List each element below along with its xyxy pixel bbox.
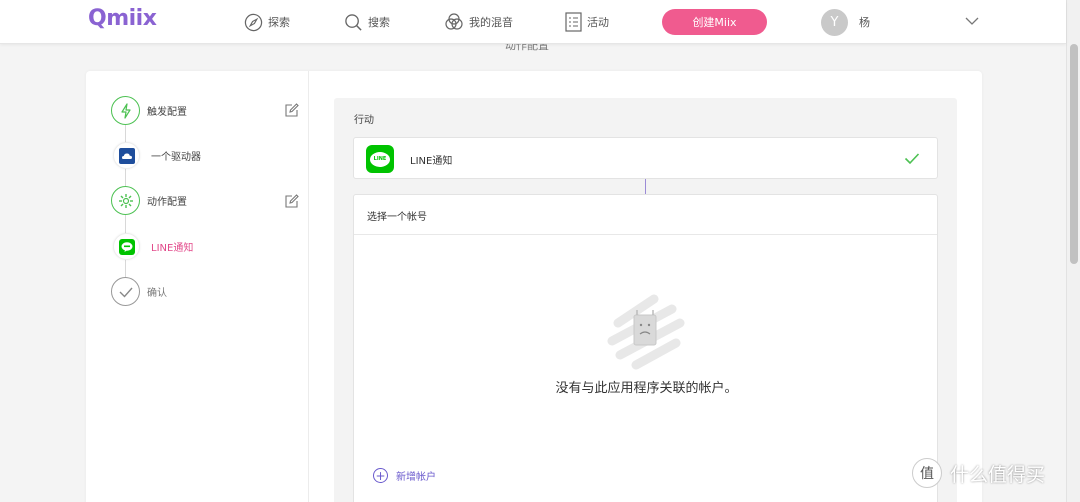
step-onedrive: 一个驱动器 xyxy=(113,142,201,169)
compass-icon xyxy=(244,13,263,31)
step-line-label: LINE通知 xyxy=(151,243,194,254)
checkmark-icon xyxy=(904,153,920,165)
gear-icon xyxy=(118,193,133,208)
miix-editor-card: 触发配置 一个驱动器 动作配置 LINE通知 确认 行动 LINE LINE通知… xyxy=(86,71,982,502)
line-logo-text: LINE xyxy=(370,151,390,167)
step-line-notify[interactable]: LINE通知 xyxy=(113,233,193,260)
step-onedrive-circle xyxy=(113,142,140,169)
nav-search[interactable]: 搜索 xyxy=(344,11,390,33)
nav-activity-label: 活动 xyxy=(587,16,609,29)
qmiix-logo[interactable]: Qmiix xyxy=(88,6,157,31)
panel-title: 行动 xyxy=(354,115,374,126)
action-connector xyxy=(645,179,646,194)
username[interactable]: 杨 xyxy=(859,14,870,30)
account-section-header: 选择一个帐号 xyxy=(354,195,937,235)
step-action-config[interactable]: 动作配置 xyxy=(111,186,187,215)
nav-activity[interactable]: 活动 xyxy=(565,11,609,33)
plus-icon: + xyxy=(373,468,388,483)
step-trigger-label: 触发配置 xyxy=(147,107,187,118)
nav-my-mixes[interactable]: 我的混音 xyxy=(444,11,513,33)
step-confirm-circle xyxy=(111,277,140,306)
avatar[interactable]: Y xyxy=(821,9,848,36)
nav-explore[interactable]: 探索 xyxy=(244,11,290,33)
step-sidebar: 触发配置 一个驱动器 动作配置 LINE通知 确认 xyxy=(86,71,309,502)
step-line-circle xyxy=(113,233,140,260)
watermark-text: 什么值得买 xyxy=(950,463,1046,486)
bolt-icon xyxy=(120,102,131,119)
selected-action-card[interactable]: LINE LINE通知 xyxy=(353,137,938,179)
activity-list-icon xyxy=(565,12,582,32)
onedrive-icon xyxy=(118,147,135,164)
scrollbar-thumb[interactable] xyxy=(1070,44,1078,264)
step-trigger-circle xyxy=(111,96,140,125)
account-selection-box: 选择一个帐号 没有与此应用程序关联的帐户。 + 新增帐户 xyxy=(353,194,938,502)
add-account-label: 新增帐户 xyxy=(396,472,436,483)
action-label: LINE通知 xyxy=(410,156,453,167)
page-scrollbar[interactable] xyxy=(1066,0,1080,502)
mix-icon xyxy=(445,13,463,30)
watermark: 值 什么值得买 xyxy=(912,458,1045,488)
edit-trigger-icon[interactable] xyxy=(285,103,299,117)
nav-search-label: 搜索 xyxy=(368,16,390,29)
chevron-down-icon[interactable] xyxy=(964,13,980,29)
nav-my-mixes-label: 我的混音 xyxy=(469,16,513,29)
check-icon xyxy=(119,287,133,298)
action-panel: 行动 LINE LINE通知 选择一个帐号 没有与此应用程序关联的帐户。 + 新… xyxy=(334,98,957,502)
line-icon xyxy=(118,238,135,255)
add-account-button[interactable]: + 新增帐户 xyxy=(373,468,436,483)
edit-action-icon[interactable] xyxy=(285,194,299,208)
top-navigation-bar: Qmiix 探索 搜索 我的混音 活动 创建Miix Y 杨 xyxy=(0,0,1066,44)
watermark-logo: 值 xyxy=(912,458,942,488)
search-icon xyxy=(345,13,362,31)
create-miix-button[interactable]: 创建Miix xyxy=(662,9,767,35)
step-action-label: 动作配置 xyxy=(147,197,187,208)
step-trigger-config[interactable]: 触发配置 xyxy=(111,96,187,125)
line-logo-icon: LINE xyxy=(366,145,394,173)
step-confirm-label: 确认 xyxy=(147,288,167,299)
step-action-circle xyxy=(111,186,140,215)
step-onedrive-label: 一个驱动器 xyxy=(151,152,201,163)
nav-explore-label: 探索 xyxy=(268,16,290,29)
empty-accounts-message: 没有与此应用程序关联的帐户。 xyxy=(555,381,738,396)
step-confirm[interactable]: 确认 xyxy=(111,277,167,306)
empty-state-illustration-icon xyxy=(607,294,685,370)
